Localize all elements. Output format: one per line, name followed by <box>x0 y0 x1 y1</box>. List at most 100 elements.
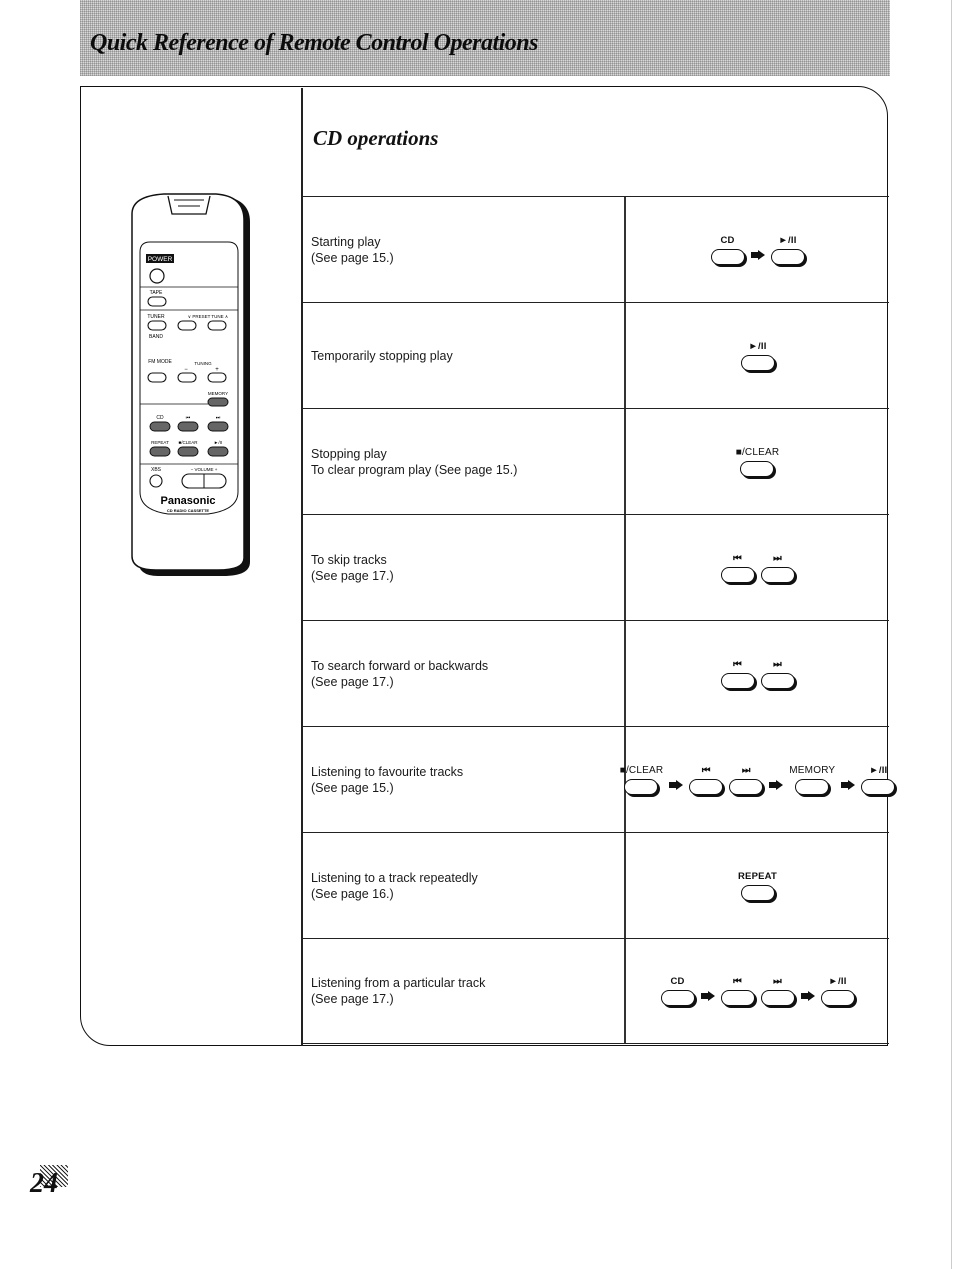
svg-text:− VOLUME +: − VOLUME + <box>191 467 218 472</box>
svg-text:+: + <box>215 367 219 373</box>
remote-button-diagram: ⏮ <box>720 552 755 583</box>
operation-row: Listening to a track repeatedly (See page… <box>301 832 889 938</box>
button-pill-icon <box>760 990 795 1006</box>
remote-band-label: BAND <box>149 334 163 340</box>
svg-text:XBS: XBS <box>151 467 162 473</box>
operation-title: Listening to a track repeatedly <box>311 870 478 885</box>
remote-button-diagram: MEMORY <box>789 765 835 795</box>
svg-text:REPEAT: REPEAT <box>151 440 169 445</box>
button-pill-icon <box>720 990 755 1006</box>
arrow-right-icon <box>700 991 715 1001</box>
operation-description: Starting play (See page 15.) <box>311 197 611 302</box>
button-pill-icon <box>740 884 775 901</box>
svg-text:►/II: ►/II <box>214 440 222 445</box>
remote-tuning-label: TUNING <box>194 361 212 366</box>
button-sequence: CD ⏮ ⏭ ►/II <box>626 939 889 1043</box>
button-sequence: CD ►/II <box>626 197 889 302</box>
operation-row: To skip tracks (See page 17.) ⏮ ⏭ <box>301 514 889 620</box>
remote-fmmode-label: FM MODE <box>148 359 172 365</box>
operation-row: Stopping play To clear program play (See … <box>301 408 889 514</box>
button-pill-icon <box>710 248 745 265</box>
operation-row: To search forward or backwards (See page … <box>301 620 889 726</box>
button-label: ⏮ <box>701 764 711 776</box>
button-sequence: ■/CLEAR <box>626 409 889 514</box>
operation-reference: To clear program play (See page 15.) <box>311 462 518 477</box>
operation-title: To search forward or backwards <box>311 658 489 673</box>
operation-reference: (See page 15.) <box>311 250 394 265</box>
button-label: MEMORY <box>789 764 836 776</box>
arrow-right-icon <box>769 779 784 790</box>
button-label: ⏮ <box>733 552 742 564</box>
operation-title: Listening to favourite tracks <box>311 764 464 779</box>
button-pill-icon <box>740 354 775 371</box>
page-number: 24 <box>30 1168 58 1199</box>
svg-text:−: − <box>184 367 188 373</box>
arrow-right-icon <box>841 779 856 790</box>
section-title: CD operations <box>313 126 439 150</box>
operation-title: Temporarily stopping play <box>311 348 453 363</box>
remote-button-diagram: ⏮ <box>720 976 755 1006</box>
remote-button-diagram: CD <box>710 234 745 265</box>
remote-button-diagram: ⏭ <box>760 658 795 689</box>
button-label: ⏮ <box>733 658 742 670</box>
remote-button-diagram: ►/II <box>861 764 896 795</box>
button-pill-icon <box>689 778 724 795</box>
operation-description: To search forward or backwards (See page … <box>311 621 611 726</box>
button-label: CD <box>720 234 735 246</box>
operations-table: Starting play (See page 15.) CD ►/II Tempora… <box>301 196 896 1044</box>
remote-button-diagram: ⏭ <box>760 976 795 1006</box>
operation-reference: (See page 17.) <box>311 568 394 583</box>
button-pill-icon <box>760 672 795 689</box>
button-sequence: ►/II <box>626 303 889 408</box>
header-banner: Quick Reference of Remote Control Operat… <box>80 0 890 76</box>
svg-text:CD: CD <box>156 415 164 421</box>
operation-reference: (See page 17.) <box>311 674 394 689</box>
operation-description: Listening to favourite tracks (See page 1… <box>311 727 611 832</box>
operation-title: To skip tracks <box>311 552 387 567</box>
arrow-right-icon <box>800 991 815 1001</box>
remote-tape-label: TAPE <box>150 290 163 296</box>
remote-button-diagram: ■/CLEAR <box>620 765 664 795</box>
button-sequence: REPEAT <box>626 833 889 938</box>
button-label: CD <box>670 976 685 987</box>
remote-button-diagram: ⏮ <box>689 764 724 795</box>
remote-power-label: POWER <box>148 256 173 263</box>
button-pill-icon <box>861 778 896 795</box>
remote-button-diagram: CD <box>660 976 695 1006</box>
button-sequence: ⏮ ⏭ <box>626 621 889 726</box>
remote-brand-logo: Panasonic <box>160 495 215 507</box>
button-label: ⏭ <box>773 658 782 670</box>
remote-button-diagram: ⏭ <box>760 552 795 583</box>
button-sequence: ⏮ ⏭ <box>626 515 889 620</box>
button-label: ►/II <box>778 234 797 246</box>
remote-button-diagram: REPEAT <box>738 871 777 901</box>
button-label: ⏭ <box>773 552 782 564</box>
button-pill-icon <box>770 248 805 265</box>
operation-description: Stopping play To clear program play (See … <box>311 409 611 514</box>
button-pill-icon <box>660 990 695 1006</box>
operation-title: Stopping play <box>311 446 387 461</box>
button-pill-icon <box>760 566 795 583</box>
button-pill-icon <box>795 778 830 795</box>
operation-description: Temporarily stopping play <box>311 303 611 408</box>
operation-row: Temporarily stopping play ►/II <box>301 302 889 408</box>
button-label: ⏮ <box>733 976 742 987</box>
operation-row: Listening to favourite tracks (See page 1… <box>301 726 896 832</box>
remote-button-diagram: ►/II <box>820 976 855 1006</box>
button-pill-icon <box>740 460 775 477</box>
remote-button-diagram: ■/CLEAR <box>736 447 780 477</box>
button-label: REPEAT <box>737 870 778 882</box>
button-label: ►/II <box>748 340 767 352</box>
operation-row: Listening from a particular track (See pa… <box>301 938 889 1044</box>
button-pill-icon <box>720 566 755 583</box>
svg-text:CD RADIO CASSETTE: CD RADIO CASSETTE <box>167 508 210 513</box>
remote-tuner-label: TUNER <box>147 314 165 320</box>
operation-title: Starting play <box>311 234 381 249</box>
arrow-right-icon <box>750 249 765 260</box>
button-label: ►/II <box>828 976 847 987</box>
remote-control-illustration: POWER TAPE TUNER ∨ PRESET TUNE ∧ BAND FM… <box>131 193 250 576</box>
button-pill-icon <box>720 672 755 689</box>
button-pill-icon <box>729 778 764 795</box>
svg-text:⏮: ⏮ <box>186 415 191 421</box>
button-label: ►/II <box>869 764 888 776</box>
